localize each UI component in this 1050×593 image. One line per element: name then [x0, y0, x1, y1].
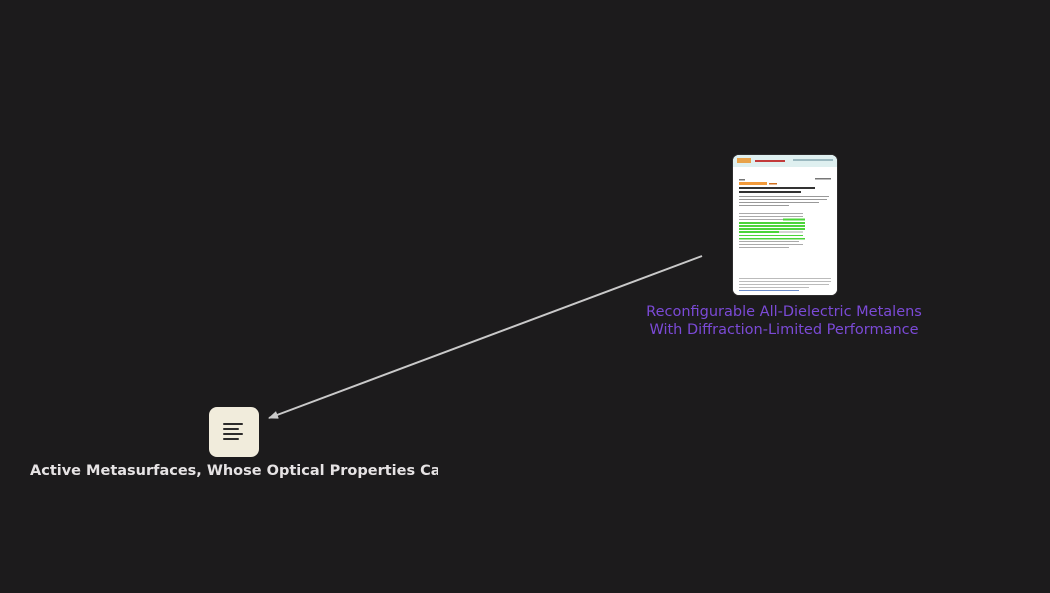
document-thumbnail-icon: [733, 155, 837, 295]
document-node[interactable]: [733, 155, 837, 295]
document-node-label[interactable]: Reconfigurable All-Dielectric Metalens W…: [638, 303, 930, 339]
graph-canvas[interactable]: Reconfigurable All-Dielectric Metalens W…: [0, 0, 1050, 593]
edge-layer: [268, 255, 703, 419]
note-node-label[interactable]: Active Metasurfaces, Whose Optical Prope…: [30, 461, 438, 481]
text-lines-icon: [223, 423, 243, 440]
note-node[interactable]: [209, 407, 259, 457]
